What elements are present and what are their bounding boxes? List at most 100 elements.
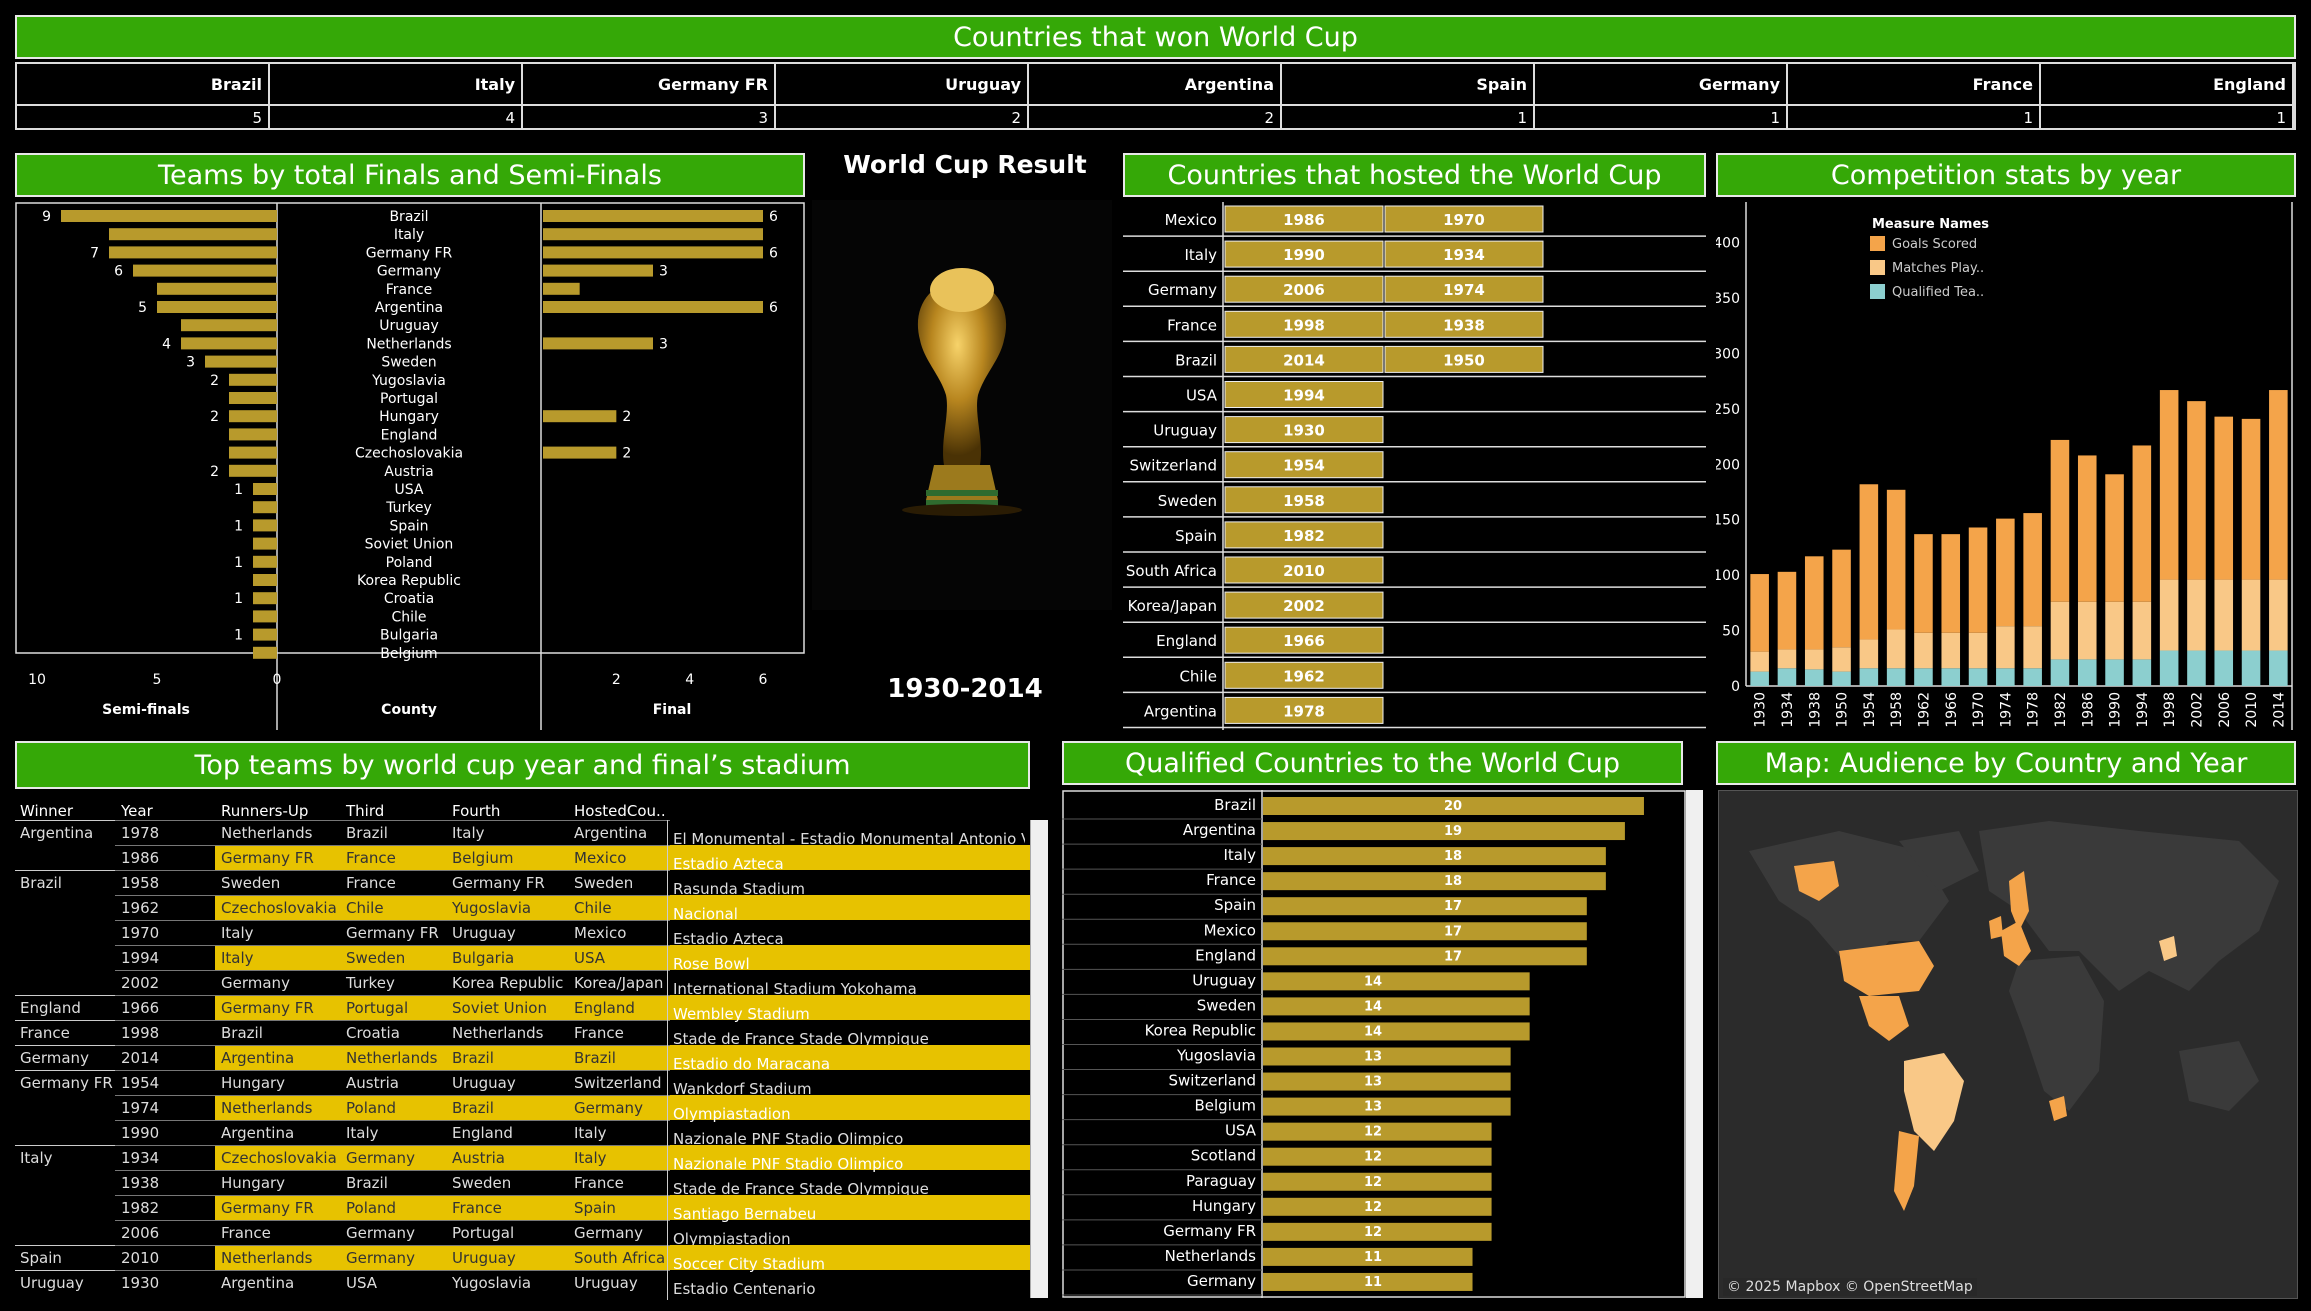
row-highlight [215, 1195, 1030, 1220]
qualified-value: 17 [1444, 899, 1462, 914]
table-header: Fourth [452, 802, 501, 820]
semi-bar [253, 519, 277, 532]
table-row[interactable]: Italy 1934 Czechoslovakia Germany Austria Ita… [15, 1145, 1030, 1173]
stat-bar [2132, 445, 2152, 602]
table-row[interactable]: 1982 Germany FR Poland France Spain Santiago … [15, 1195, 1030, 1223]
table-row[interactable]: France 1998 Brazil Croatia Netherlands France… [15, 1020, 1030, 1048]
qualified-bar [1263, 1097, 1511, 1116]
table-scrollbar[interactable] [1030, 820, 1048, 1298]
semi-label: 1 [234, 482, 243, 498]
semi-label: 5 [138, 300, 147, 316]
qualified-value: 12 [1364, 1175, 1382, 1190]
table-row[interactable]: 1994 Italy Sweden Bulgaria USA Rose Bowl [15, 945, 1030, 973]
row-separator [115, 1220, 670, 1221]
host-country: Mexico [1165, 211, 1217, 229]
row-separator [115, 870, 670, 871]
table-row[interactable]: 2002 Germany Turkey Korea Republic Korea/Jap… [15, 970, 1030, 998]
qualified-value: 14 [1364, 1024, 1382, 1039]
host-year: 1982 [1283, 527, 1325, 545]
table-row[interactable]: 1962 Czechoslovakia Chile Yugoslavia Chile Na… [15, 895, 1030, 923]
x-tick: 1966 [1944, 692, 1960, 728]
fourth-cell: England [452, 1124, 513, 1142]
semi-label: 1 [234, 591, 243, 607]
third-cell: Brazil [346, 1174, 388, 1192]
semi-bar [157, 301, 277, 313]
x-tick: 1998 [2162, 692, 2178, 728]
semi-bar [253, 646, 277, 659]
category-label: Portugal [380, 391, 438, 407]
x-tick: 2006 [2217, 692, 2233, 728]
winner-cell: England [20, 999, 81, 1017]
fourth-cell: Austria [452, 1149, 505, 1167]
top-teams-table: Winner Year Runners-Up Third Fourth HostedCou… [15, 796, 1050, 1301]
semi-bar [181, 319, 277, 332]
category-label: France [386, 282, 433, 298]
table-row[interactable]: 1938 Hungary Brazil Sweden France Stade de Fr… [15, 1170, 1030, 1198]
table-row[interactable]: 2006 France Germany Portugal Germany Olympias… [15, 1220, 1030, 1248]
legend-swatch [1870, 236, 1885, 251]
host-cell: Germany [574, 1099, 643, 1117]
category-label: Soviet Union [365, 537, 454, 553]
stat-bar [1859, 639, 1879, 669]
table-row[interactable]: 1974 Netherlands Poland Brazil Germany Olympi… [15, 1095, 1030, 1123]
semi-label: 2 [210, 409, 219, 425]
table-row[interactable]: 1990 Argentina Italy England Italy Nazionale … [15, 1120, 1030, 1148]
audience-map[interactable]: © 2025 Mapbox © OpenStreetMap [1718, 790, 2298, 1299]
semi-bar [181, 337, 277, 350]
stat-bar [2159, 579, 2179, 651]
year-cell: 1974 [121, 1099, 160, 1117]
fourth-cell: Belgium [452, 849, 514, 867]
qualified-country: Uruguay [1192, 971, 1256, 989]
host-cell: Mexico [574, 849, 627, 867]
table-row[interactable]: Argentina 1978 Netherlands Brazil Italy Argen… [15, 820, 1030, 848]
winner-titles: 1 [1535, 106, 1788, 130]
row-separator [115, 1020, 670, 1021]
table-row[interactable]: Germany FR 1954 Hungary Austria Uruguay Switz… [15, 1070, 1030, 1098]
table-row[interactable]: 1970 Italy Germany FR Uruguay Mexico Estadio … [15, 920, 1030, 948]
row-separator [115, 1070, 670, 1071]
host-year: 1954 [1283, 457, 1325, 475]
qualified-country: Brazil [1214, 796, 1256, 814]
host-year: 1986 [1283, 211, 1325, 229]
stat-bar [1886, 489, 1906, 630]
stat-bar [1750, 671, 1769, 686]
y-tick: 100 [1716, 568, 1740, 584]
host-cell: Spain [574, 1199, 616, 1217]
semi-bar [229, 392, 277, 404]
final-label: 6 [769, 300, 778, 316]
host-year: 1998 [1283, 316, 1325, 334]
table-row[interactable]: England 1966 Germany FR Portugal Soviet Unio… [15, 995, 1030, 1023]
legend-label: Goals Scored [1892, 237, 1977, 252]
table-row[interactable]: 1986 Germany FR France Belgium Mexico Estadio… [15, 845, 1030, 873]
stat-bar [1859, 668, 1879, 686]
stat-bar [1859, 484, 1879, 640]
table-row[interactable]: Spain 2010 Netherlands Germany Uruguay South … [15, 1245, 1030, 1273]
final-bar [543, 410, 617, 423]
host-country: Chile [1179, 667, 1217, 685]
qualified-value: 13 [1364, 1050, 1382, 1065]
table-row[interactable]: Germany 2014 Argentina Netherlands Brazil Bra… [15, 1045, 1030, 1073]
third-cell: France [346, 849, 396, 867]
x-tick: 1982 [2053, 692, 2069, 728]
table-row[interactable]: Brazil 1958 Sweden France Germany FR Sweden Ra… [15, 870, 1030, 898]
stat-bar [1996, 518, 2015, 627]
winner-cell: Spain [20, 1249, 62, 1267]
table-row[interactable]: Uruguay 1930 Argentina USA Yugoslavia Uruguay… [15, 1270, 1030, 1298]
qualified-value: 17 [1444, 949, 1462, 964]
host-year: 1974 [1443, 281, 1485, 299]
stat-bar [1968, 668, 1988, 686]
runnerup-cell: Netherlands [221, 1099, 313, 1117]
group-separator [15, 1020, 115, 1021]
year-cell: 2002 [121, 974, 160, 992]
runnerup-cell: France [221, 1224, 271, 1242]
semi-bar [253, 574, 277, 586]
host-country: USA [1186, 387, 1218, 405]
stat-bar [2214, 650, 2234, 686]
legend-label: Qualified Tea.. [1892, 285, 1984, 300]
host-cell: England [574, 999, 635, 1017]
qualified-value: 14 [1364, 974, 1382, 989]
final-bar [543, 210, 763, 222]
qualified-country: Mexico [1204, 921, 1256, 939]
stat-bar [2105, 474, 2124, 602]
stat-bar [2214, 416, 2234, 580]
